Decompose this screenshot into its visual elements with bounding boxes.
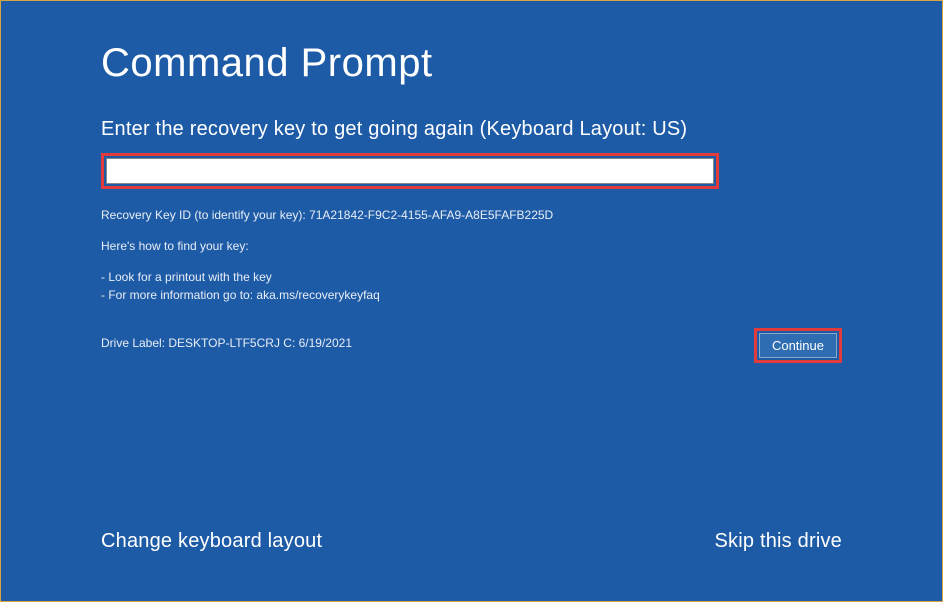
recovery-key-id-text: Recovery Key ID (to identify your key): …: [101, 207, 842, 224]
tips-block: - Look for a printout with the key - For…: [101, 269, 842, 305]
recovery-key-input[interactable]: [106, 158, 714, 184]
change-keyboard-layout-link[interactable]: Change keyboard layout: [101, 530, 322, 553]
continue-button-highlight: Continue: [754, 328, 842, 363]
tip-printout: - Look for a printout with the key: [101, 269, 842, 286]
drive-label-text: Drive Label: DESKTOP-LTF5CRJ C: 6/19/202…: [101, 328, 352, 350]
recovery-input-highlight: [101, 153, 719, 189]
skip-this-drive-link[interactable]: Skip this drive: [715, 530, 843, 553]
footer: Change keyboard layout Skip this drive: [101, 530, 842, 553]
recovery-prompt-label: Enter the recovery key to get going agai…: [101, 118, 842, 141]
how-to-find-label: Here's how to find your key:: [101, 238, 842, 255]
page-title: Command Prompt: [101, 41, 842, 86]
main-container: Command Prompt Enter the recovery key to…: [1, 1, 942, 363]
drive-and-continue-row: Drive Label: DESKTOP-LTF5CRJ C: 6/19/202…: [101, 328, 842, 363]
continue-button[interactable]: Continue: [759, 333, 837, 358]
tip-more-info: - For more information go to: aka.ms/rec…: [101, 287, 842, 304]
